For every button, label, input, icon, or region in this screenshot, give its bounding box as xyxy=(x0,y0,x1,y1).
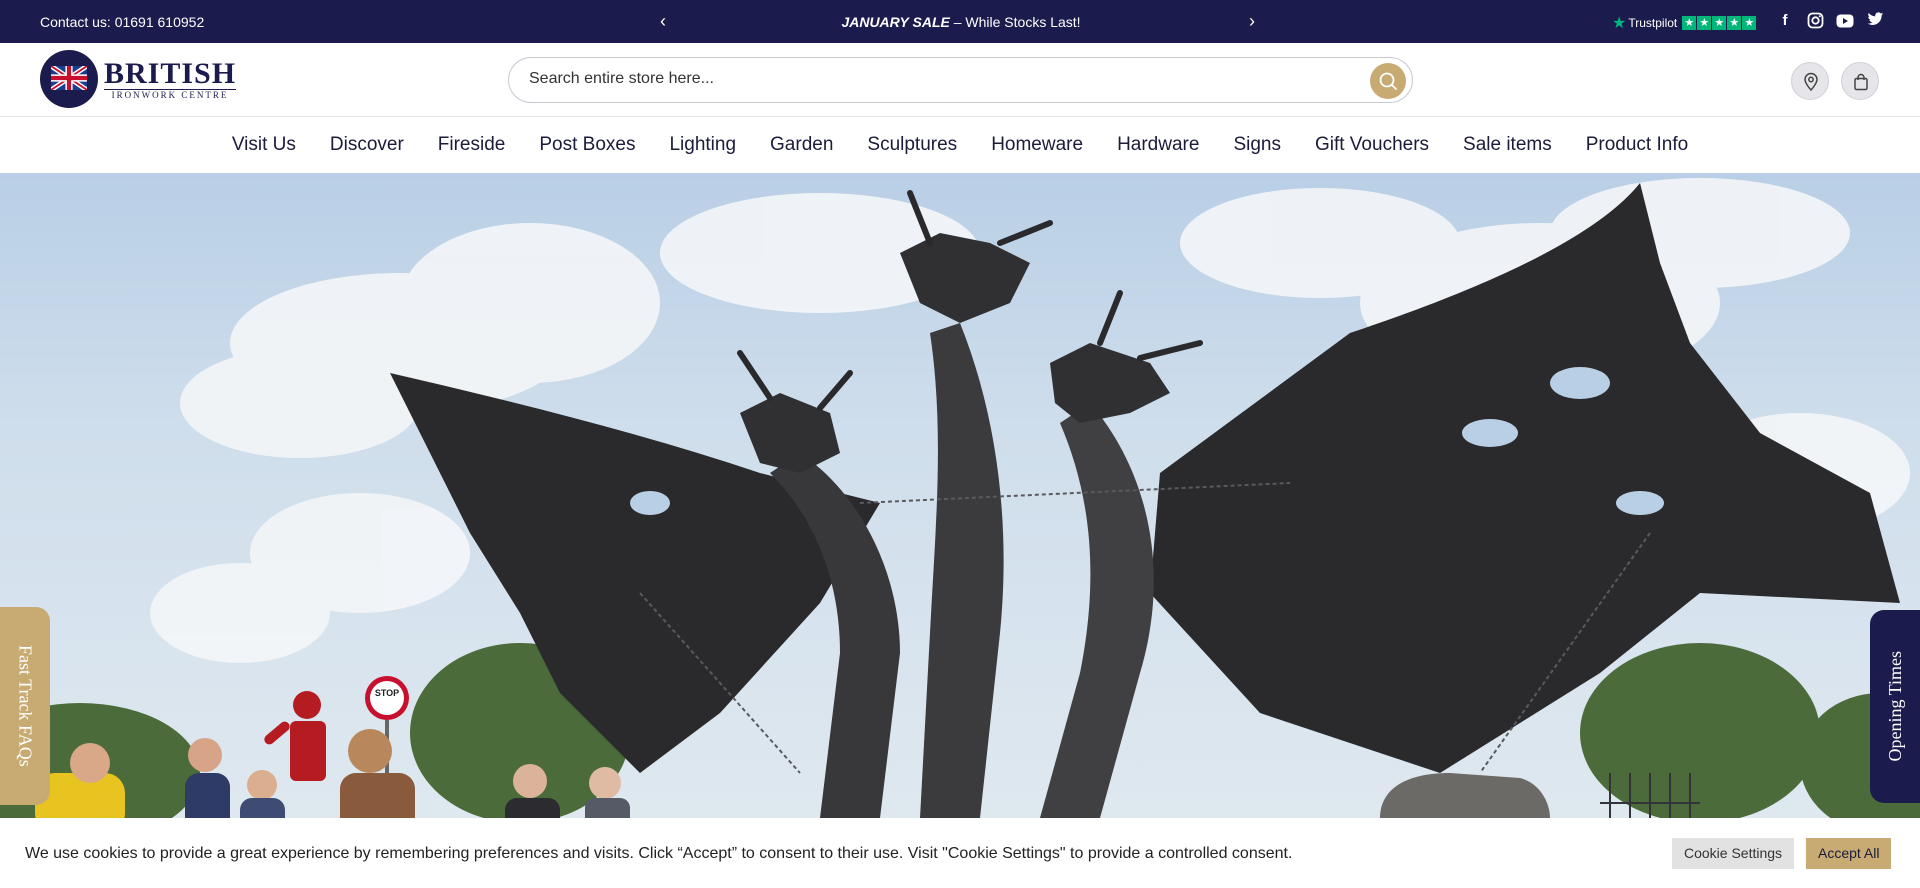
trustpilot-star-icon: ★ xyxy=(1612,15,1627,32)
search-button[interactable] xyxy=(1370,63,1406,99)
promo-message: JANUARY SALE – While Stocks Last! xyxy=(700,14,1222,30)
announcement-bar: Contact us: 01691 610952 ‹ JANUARY SALE … xyxy=(0,0,1920,43)
nav-item-product-info[interactable]: Product Info xyxy=(1586,134,1688,156)
twitter-icon[interactable] xyxy=(1866,12,1884,30)
site-header: BRITISH IRONWORK CENTRE xyxy=(0,43,1920,117)
cookie-message: We use cookies to provide a great experi… xyxy=(25,845,1293,862)
nav-item-garden[interactable]: Garden xyxy=(770,134,833,156)
cookie-settings-button[interactable]: Cookie Settings xyxy=(1672,838,1795,869)
nav-item-sale-items[interactable]: Sale items xyxy=(1463,134,1552,156)
nav-item-hardware[interactable]: Hardware xyxy=(1117,134,1199,156)
nav-item-signs[interactable]: Signs xyxy=(1233,134,1281,156)
promo-bold: JANUARY SALE xyxy=(841,14,950,30)
site-logo[interactable]: BRITISH IRONWORK CENTRE xyxy=(40,50,237,108)
contact-phone[interactable]: Contact us: 01691 610952 xyxy=(40,14,204,30)
logo-wordmark: BRITISH IRONWORK CENTRE xyxy=(104,56,237,100)
youtube-icon[interactable] xyxy=(1836,12,1854,30)
trustpilot-widget[interactable]: ★ Trustpilot ★ ★ ★ ★ ★ xyxy=(1612,13,1757,33)
instagram-icon[interactable] xyxy=(1806,12,1824,30)
nav-item-sculptures[interactable]: Sculptures xyxy=(867,134,957,156)
logo-line1: BRITISH xyxy=(104,56,237,90)
rating-star-icon: ★ xyxy=(1727,16,1742,30)
rating-star-icon: ★ xyxy=(1742,16,1757,30)
search-bar xyxy=(508,57,1413,103)
promo-rest: – While Stocks Last! xyxy=(949,14,1081,30)
store-locator-button[interactable] xyxy=(1791,62,1829,100)
union-flag-badge xyxy=(40,50,98,108)
rating-star-icon: ★ xyxy=(1712,16,1727,30)
hero-banner: STOP xyxy=(0,173,1920,818)
dragon-sculpture-image: STOP xyxy=(0,178,1920,818)
nav-item-discover[interactable]: Discover xyxy=(330,134,404,156)
nav-item-fireside[interactable]: Fireside xyxy=(438,134,506,156)
nav-item-post-boxes[interactable]: Post Boxes xyxy=(539,134,635,156)
accept-all-button[interactable]: Accept All xyxy=(1806,838,1892,869)
fast-track-faqs-tab[interactable]: Fast Track FAQs xyxy=(0,607,50,805)
nav-item-lighting[interactable]: Lighting xyxy=(669,134,736,156)
trustpilot-rating: ★ ★ ★ ★ ★ xyxy=(1682,16,1757,30)
nav-item-homeware[interactable]: Homeware xyxy=(991,134,1083,156)
opening-times-label: Opening Times xyxy=(1884,651,1905,762)
logo-line2: IRONWORK CENTRE xyxy=(104,88,237,100)
nav-item-visit-us[interactable]: Visit Us xyxy=(232,134,296,156)
opening-times-tab[interactable]: Opening Times xyxy=(1870,610,1920,803)
fast-track-faqs-label: Fast Track FAQs xyxy=(15,645,36,767)
social-links: f xyxy=(1776,12,1884,30)
rating-star-icon: ★ xyxy=(1682,16,1697,30)
cart-button[interactable] xyxy=(1841,62,1879,100)
nav-item-gift-vouchers[interactable]: Gift Vouchers xyxy=(1315,134,1429,156)
cookie-banner: We use cookies to provide a great experi… xyxy=(0,818,1920,888)
shopping-bag-icon xyxy=(1854,73,1868,91)
promo-prev-arrow[interactable]: ‹ xyxy=(660,11,666,32)
facebook-icon[interactable]: f xyxy=(1776,12,1794,30)
location-pin-icon xyxy=(1804,72,1818,92)
search-input[interactable] xyxy=(529,70,1349,88)
main-nav: Visit Us Discover Fireside Post Boxes Li… xyxy=(0,117,1920,173)
search-icon xyxy=(1379,72,1397,90)
trustpilot-label: Trustpilot xyxy=(1628,16,1678,30)
promo-next-arrow[interactable]: › xyxy=(1249,11,1255,32)
stop-sign-text: STOP xyxy=(375,688,399,698)
rating-star-icon: ★ xyxy=(1697,16,1712,30)
